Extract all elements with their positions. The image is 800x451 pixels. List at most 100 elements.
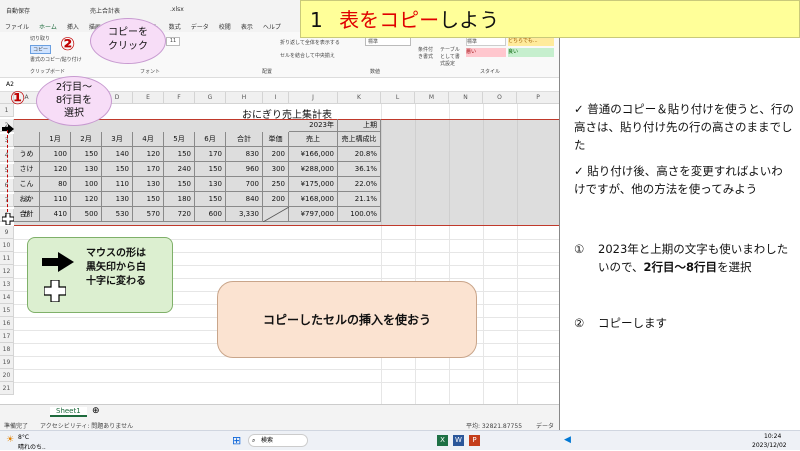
powerpoint-app-icon[interactable]: P xyxy=(469,435,480,446)
cell-blank[interactable] xyxy=(14,132,40,147)
table-cell[interactable]: 150 xyxy=(133,192,164,207)
row-header[interactable]: 14 xyxy=(0,291,14,304)
col-header-f[interactable]: F xyxy=(164,92,195,104)
table-cell[interactable]: 530 xyxy=(102,207,133,222)
table-cell[interactable]: 150 xyxy=(195,162,226,177)
style-neutral[interactable]: どちらでも... xyxy=(508,37,554,46)
table-cell[interactable]: 500 xyxy=(71,207,102,222)
col-header-n[interactable]: N xyxy=(449,92,483,104)
table-cell[interactable]: ¥166,000 xyxy=(289,147,338,162)
col-header-h[interactable]: H xyxy=(226,92,263,104)
taskbar-search[interactable]: ⌕ 検索 xyxy=(248,434,308,447)
table-cell[interactable]: 21.1% xyxy=(338,192,381,207)
table-cell[interactable]: 110 xyxy=(102,177,133,192)
row-header[interactable]: 21 xyxy=(0,382,14,395)
row-header[interactable]: 9 xyxy=(0,226,14,239)
col-header-l[interactable]: L xyxy=(381,92,415,104)
header-total[interactable]: 合計 xyxy=(226,132,263,147)
table-cell[interactable]: 410 xyxy=(40,207,71,222)
row-label[interactable]: うめ xyxy=(14,147,40,162)
format-as-table-button[interactable]: テーブルとして書式設定 xyxy=(440,46,462,67)
format-painter-button[interactable]: 書式のコピー/貼り付け xyxy=(30,56,82,63)
header-unit-price[interactable]: 単価 xyxy=(263,132,289,147)
font-size-select[interactable]: 11 xyxy=(166,37,180,46)
table-cell-diagonal[interactable] xyxy=(263,207,289,222)
vscode-app-icon[interactable]: ◀ xyxy=(562,435,573,446)
copy-button[interactable]: コピー xyxy=(30,45,52,54)
table-cell[interactable]: 100 xyxy=(71,177,102,192)
table-cell[interactable]: 180 xyxy=(164,192,195,207)
row-header[interactable]: 11 xyxy=(0,252,14,265)
table-cell[interactable]: 22.0% xyxy=(338,177,381,192)
row-label[interactable]: 合計 xyxy=(14,207,40,222)
table-cell[interactable]: 36.1% xyxy=(338,162,381,177)
table-cell[interactable]: 150 xyxy=(164,177,195,192)
col-header-m[interactable]: M xyxy=(415,92,449,104)
row-label[interactable]: おかか xyxy=(14,192,40,218)
table-cell[interactable]: 200 xyxy=(263,192,289,207)
header-feb[interactable]: 2月 xyxy=(71,132,102,147)
table-cell[interactable]: 150 xyxy=(71,147,102,162)
add-sheet-icon[interactable]: ⊕ xyxy=(92,406,100,416)
table-cell[interactable]: 570 xyxy=(133,207,164,222)
cell-year[interactable]: 2023年 xyxy=(289,119,338,132)
table-cell[interactable]: 170 xyxy=(133,162,164,177)
table-cell[interactable]: 250 xyxy=(263,177,289,192)
row-header[interactable]: 15 xyxy=(0,304,14,317)
row-label[interactable]: さけ xyxy=(14,162,40,177)
name-box[interactable]: A2 xyxy=(6,81,14,88)
header-apr[interactable]: 4月 xyxy=(133,132,164,147)
style-normal[interactable]: 標準 xyxy=(466,37,506,46)
row-header[interactable]: 17 xyxy=(0,330,14,343)
table-cell[interactable]: 100 xyxy=(40,147,71,162)
table-cell[interactable]: ¥288,000 xyxy=(289,162,338,177)
header-jan[interactable]: 1月 xyxy=(40,132,71,147)
cell-half[interactable]: 上期 xyxy=(338,119,381,132)
table-cell[interactable]: 830 xyxy=(226,147,263,162)
table-cell[interactable]: 170 xyxy=(195,147,226,162)
table-cell[interactable]: ¥168,000 xyxy=(289,192,338,207)
table-cell[interactable]: 720 xyxy=(164,207,195,222)
header-mar[interactable]: 3月 xyxy=(102,132,133,147)
table-cell[interactable]: 20.8% xyxy=(338,147,381,162)
row-header[interactable]: 10 xyxy=(0,239,14,252)
table-cell[interactable]: 3,330 xyxy=(226,207,263,222)
header-ratio[interactable]: 売上構成比 xyxy=(338,132,381,147)
table-cell[interactable]: 960 xyxy=(226,162,263,177)
table-cell[interactable]: 120 xyxy=(40,162,71,177)
table-cell[interactable]: 130 xyxy=(102,192,133,207)
header-may[interactable]: 5月 xyxy=(164,132,195,147)
col-header-i[interactable]: I xyxy=(263,92,289,104)
table-cell[interactable]: 110 xyxy=(40,192,71,207)
table-cell[interactable]: 130 xyxy=(195,177,226,192)
col-header-g[interactable]: G xyxy=(195,92,226,104)
accessibility-status[interactable]: アクセシビリティ: 問題ありません xyxy=(40,421,133,430)
col-header-e[interactable]: E xyxy=(133,92,164,104)
row-header[interactable]: 18 xyxy=(0,343,14,356)
row-header[interactable]: 19 xyxy=(0,356,14,369)
sheet-tab-sheet1[interactable]: Sheet1 xyxy=(50,407,87,417)
table-cell[interactable]: ¥175,000 xyxy=(289,177,338,192)
table-cell[interactable]: 80 xyxy=(40,177,71,192)
table-cell[interactable]: 150 xyxy=(102,162,133,177)
table-cell[interactable]: 140 xyxy=(102,147,133,162)
cut-button[interactable]: 切り取り xyxy=(30,35,50,42)
table-cell[interactable]: 130 xyxy=(133,177,164,192)
row-header[interactable]: 12 xyxy=(0,265,14,278)
style-bad[interactable]: 悪い xyxy=(466,48,506,57)
col-header-j[interactable]: J xyxy=(289,92,338,104)
table-cell[interactable]: 240 xyxy=(164,162,195,177)
table-cell[interactable]: ¥797,000 xyxy=(289,207,338,222)
row-label[interactable]: こんぶ xyxy=(14,177,40,203)
table-cell[interactable]: 600 xyxy=(195,207,226,222)
number-format-select[interactable]: 標準 xyxy=(365,37,411,46)
table-cell[interactable]: 300 xyxy=(263,162,289,177)
merge-center-button[interactable]: セルを結合して中央揃え xyxy=(280,52,335,59)
table-cell[interactable]: 200 xyxy=(263,147,289,162)
clock-time[interactable]: 10:24 xyxy=(764,433,781,440)
table-cell[interactable]: 150 xyxy=(195,192,226,207)
table-cell[interactable]: 700 xyxy=(226,177,263,192)
table-cell[interactable]: 120 xyxy=(133,147,164,162)
row-header[interactable]: 16 xyxy=(0,317,14,330)
excel-app-icon[interactable]: X xyxy=(437,435,448,446)
